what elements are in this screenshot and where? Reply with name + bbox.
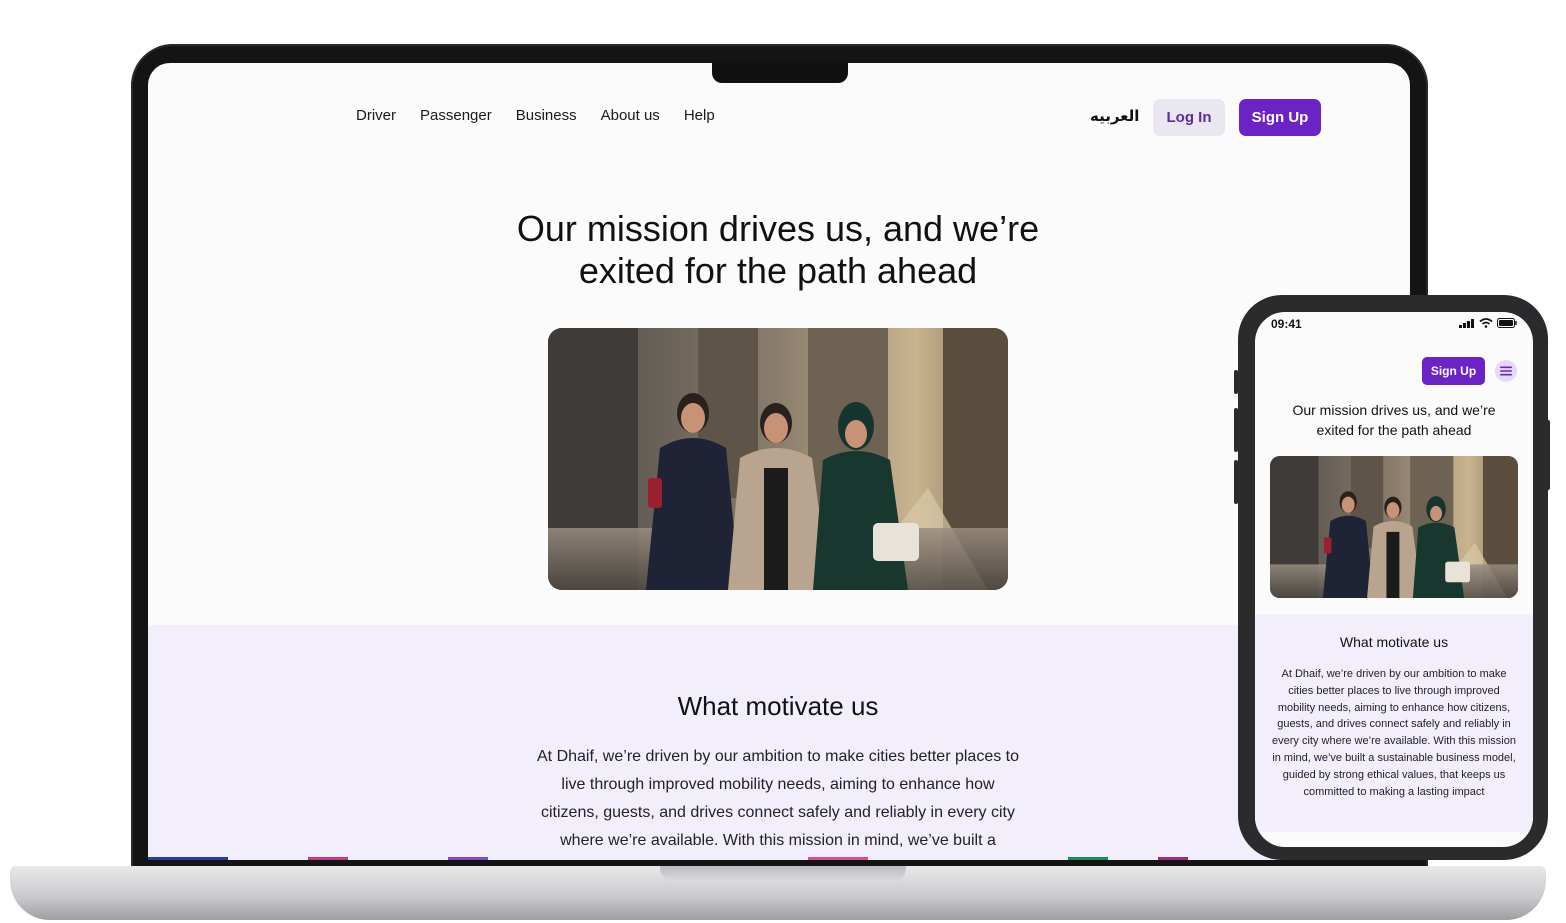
- laptop-base: [10, 866, 1546, 920]
- nav-links: Driver Passenger Business About us Help: [356, 107, 715, 124]
- menu-button[interactable]: [1495, 360, 1517, 382]
- camera-notch: [712, 62, 848, 83]
- mobile-hero-title-line2: exited for the path ahead: [1316, 422, 1472, 438]
- nav-item-about-us[interactable]: About us: [601, 107, 660, 124]
- signal-icon: [1459, 318, 1474, 328]
- nav-item-business[interactable]: Business: [516, 107, 577, 124]
- menu-icon: [1500, 366, 1512, 376]
- hero-photo-illustration: [548, 328, 1008, 590]
- phone-volume-up: [1234, 408, 1238, 452]
- mobile-screen: 09:41 Sign Up Our mission drives us, and…: [1255, 312, 1533, 847]
- motivate-body: At Dhaif, we’re driven by our ambition t…: [537, 748, 1019, 849]
- phone-volume-down: [1234, 460, 1238, 504]
- hero-title-line2: exited for the path ahead: [578, 250, 978, 291]
- mobile-signup-button[interactable]: Sign Up: [1422, 357, 1485, 385]
- wifi-icon: [1479, 318, 1493, 328]
- nav-item-passenger[interactable]: Passenger: [420, 107, 492, 124]
- motivate-heading: What motivate us: [677, 691, 879, 721]
- mobile-hero-photo-illustration: [1270, 456, 1518, 598]
- signup-button[interactable]: Sign Up: [1239, 99, 1321, 136]
- nav-item-help[interactable]: Help: [684, 107, 715, 124]
- language-switch[interactable]: العربيه: [1090, 107, 1139, 125]
- mobile-hero-title-line1: Our mission drives us, and we’re: [1292, 402, 1496, 418]
- mobile-motivate-body: At Dhaif, we’re driven by our ambition t…: [1272, 668, 1516, 798]
- phone-side-button: [1234, 370, 1238, 394]
- hero-title-line1: Our mission drives us, and we’re: [516, 208, 1040, 249]
- battery-icon: [1497, 318, 1517, 328]
- login-button[interactable]: Log In: [1153, 99, 1225, 136]
- motivate-section: What motivate us At Dhaif, we’re driven …: [148, 625, 1410, 860]
- mobile-hero-photo: [1270, 456, 1518, 598]
- status-icons: [1459, 318, 1517, 328]
- mobile-motivate-heading: What motivate us: [1339, 634, 1449, 650]
- laptop-base-groove: [660, 866, 906, 882]
- hero-title: Our mission drives us, and we’re exited …: [478, 208, 1078, 292]
- phone-power-button: [1546, 420, 1550, 490]
- status-time: 09:41: [1271, 317, 1302, 331]
- mobile-motivate-section: What motivate us At Dhaif, we’re driven …: [1255, 614, 1533, 832]
- desktop-screen: Driver Passenger Business About us Help …: [148, 63, 1410, 860]
- mobile-hero-title: Our mission drives us, and we’re exited …: [1265, 400, 1523, 440]
- footer-color-strip: [148, 857, 1410, 860]
- hero-photo: [548, 328, 1008, 590]
- nav-item-driver[interactable]: Driver: [356, 107, 396, 124]
